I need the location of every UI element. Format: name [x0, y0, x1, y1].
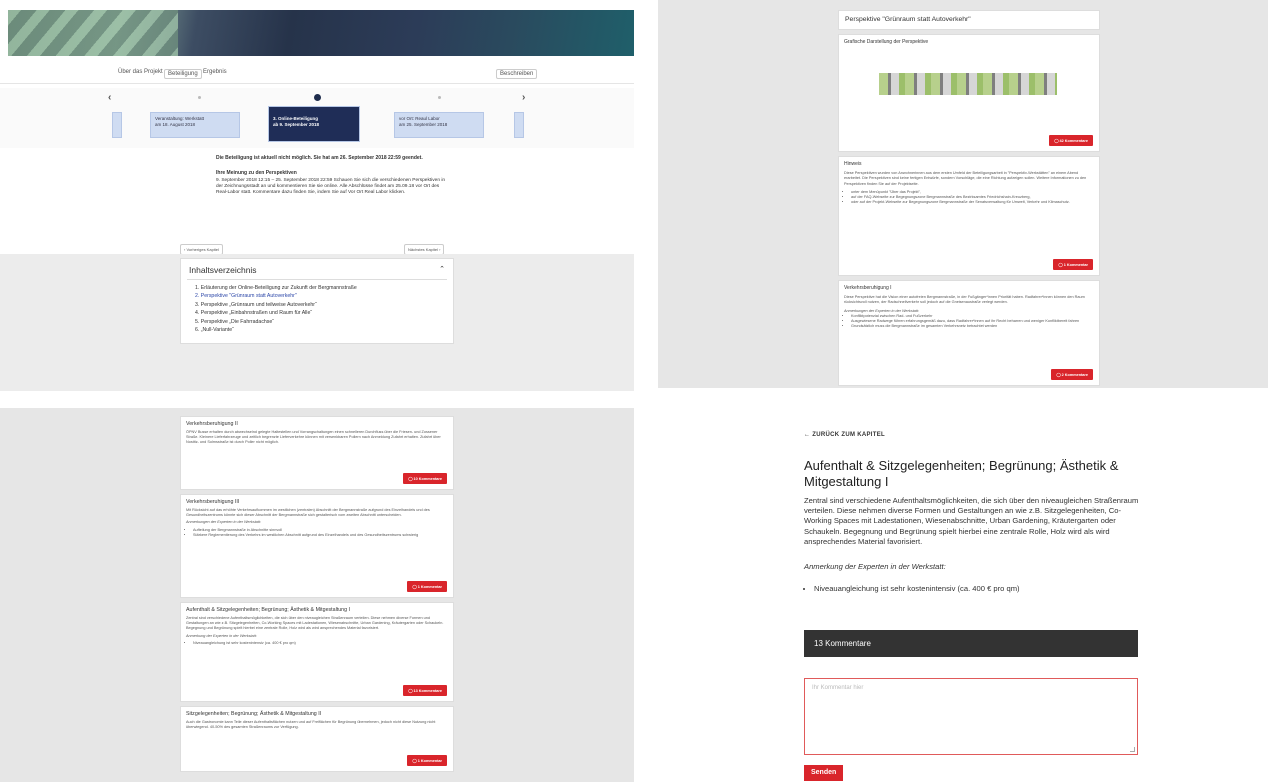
- panel-sections-list: Verkehrsberuhigung II ÖPNV Busse erhalte…: [0, 408, 634, 782]
- panel-perspective: Perspektive "Grünraum statt Autoverkehr"…: [658, 0, 1268, 388]
- graphic-heading: Grafische Darstellung der Perspektive: [844, 39, 929, 45]
- hero-banner: [8, 10, 634, 56]
- section-card: Aufenthalt & Sitzgelegenheiten; Begrünun…: [180, 602, 454, 702]
- section-text: Zentral sind verschiedene Aufenthaltsmög…: [186, 616, 444, 631]
- section-body: Zentral sind verschiedene Aufenthaltsmög…: [804, 496, 1139, 546]
- hint-list: unter dem Menüpunkt "Über das Projekt", …: [839, 190, 1099, 206]
- section-card: Verkehrsberuhigung III Mit Rücksicht auf…: [180, 494, 454, 598]
- section-heading: Verkehrsberuhigung I: [844, 285, 892, 291]
- nav-about[interactable]: Über das Projekt: [118, 69, 163, 75]
- comment-button[interactable]: ◯ 1 Kommentar: [407, 581, 447, 592]
- toc-item[interactable]: 4. Perspektive „Einbahnstraßen und Raum …: [195, 309, 357, 317]
- comment-button[interactable]: ◯ 42 Kommentare: [1049, 135, 1093, 146]
- resize-grip-icon[interactable]: [1130, 747, 1135, 752]
- toc-item[interactable]: 3. Perspektive „Grünraum und teilweise A…: [195, 301, 357, 309]
- chevron-up-icon[interactable]: ⌃: [439, 265, 445, 273]
- expert-note: Anmerkung der Experten in der Werkstatt:: [186, 633, 257, 638]
- expert-note: Anmerkung der Experten in der Werkstatt:: [804, 562, 946, 571]
- section-heading: Aufenthalt & Sitzgelegenheiten; Begrünun…: [186, 607, 351, 613]
- section-title: Aufenthalt & Sitzgelegenheiten; Begrünun…: [804, 458, 1119, 489]
- panel-overview: Über das Projekt Beteiligung Ergebnis Be…: [0, 0, 634, 391]
- expert-list: Niveauangleichung ist sehr kostenintensi…: [804, 584, 1020, 593]
- timeline-card[interactable]: Veranstaltung: Werkstatt am 18. August 2…: [150, 112, 240, 138]
- toc-item[interactable]: 6. „Null-Variante“: [195, 326, 357, 334]
- timeline-card-active[interactable]: 3. Online-Beteiligung ab 9. September 20…: [268, 106, 360, 142]
- timeline-card[interactable]: vor Ort: Reaul Labor am 25. September 20…: [394, 112, 484, 138]
- section-card: Sitzgelegenheiten; Begrünung; Ästhetik &…: [180, 706, 454, 772]
- top-navigation: Über das Projekt Beteiligung Ergebnis Be…: [0, 64, 634, 84]
- chevron-right-icon[interactable]: ›: [522, 92, 525, 103]
- list-item: Niveauangleichung ist sehr kostenintensi…: [193, 641, 448, 646]
- closed-notice: Die Beteiligung ist aktuell nicht möglic…: [216, 155, 423, 161]
- back-to-chapter-link[interactable]: ← ZURÜCK ZUM KAPITEL: [804, 432, 885, 438]
- nav-participation[interactable]: Beteiligung: [164, 69, 202, 79]
- expert-list: Konfliktpotenzial zwischen Rad- und Fußv…: [839, 314, 1099, 330]
- timeline-card-edge[interactable]: [514, 112, 524, 138]
- table-of-contents: Inhaltsverzeichnis ⌃ 1. Erläuterung der …: [180, 258, 454, 344]
- info-text: 9. September 2018 12:15 – 25. September …: [216, 177, 446, 196]
- section-heading: Verkehrsberuhigung III: [186, 499, 240, 505]
- comment-textarea[interactable]: Ihr Kommentar hier: [804, 678, 1138, 755]
- graphic-card: Grafische Darstellung der Perspektive ◯ …: [838, 34, 1100, 152]
- divider: [187, 279, 447, 280]
- list-item[interactable]: oder auf der Projekt-Webseite zur Begegn…: [851, 200, 1094, 205]
- traffic-card: Verkehrsberuhigung I Diese Perspektive h…: [838, 280, 1100, 386]
- section-text: ÖPNV Busse erhalten durch abwechselnd ge…: [186, 430, 441, 445]
- perspective-title: Perspektive "Grünraum statt Autoverkehr": [845, 16, 971, 23]
- toc-item[interactable]: 5. Perspektive „Die Fahrradachse“: [195, 318, 357, 326]
- panel-section-detail: ← ZURÜCK ZUM KAPITEL Aufenthalt & Sitzge…: [634, 408, 1268, 782]
- perspective-title-card: Perspektive "Grünraum statt Autoverkehr": [838, 10, 1100, 30]
- section-text: Mit Rücksicht auf das erhöhte Verkehrsau…: [186, 508, 430, 518]
- comment-button[interactable]: ◯ 1 Kommentar: [407, 755, 447, 766]
- section-text: Auch die Gastronomie kann Teile dieser A…: [186, 720, 436, 730]
- phase-timeline: ‹ › Veranstaltung: Werkstatt am 18. Augu…: [0, 88, 634, 148]
- comment-button[interactable]: ◯ 10 Kommentare: [403, 473, 447, 484]
- comments-header: 13 Kommentare: [804, 630, 1138, 657]
- toc-item[interactable]: 2. Perspektive "Grünraum statt Autoverke…: [195, 292, 357, 300]
- street-plan-image[interactable]: [879, 73, 1057, 95]
- info-heading: Ihre Meinung zu den Perspektiven: [216, 170, 297, 177]
- send-button[interactable]: Senden: [804, 765, 844, 781]
- expert-list: Aufteilung der Bergmannstraße in Abschni…: [181, 527, 453, 539]
- hint-card: Hinweis Diese Perspektiven wurden von An…: [838, 156, 1100, 276]
- section-text: Diese Perspektive hat die Vision einer a…: [844, 295, 1085, 305]
- section-card: Verkehrsberuhigung II ÖPNV Busse erhalte…: [180, 416, 454, 490]
- toc-title: Inhaltsverzeichnis: [189, 265, 257, 275]
- toc-item[interactable]: 1. Erläuterung der Online-Beteiligung zu…: [195, 284, 357, 292]
- list-item: Stärkere Reglementierung des Verkehrs im…: [193, 533, 448, 538]
- nav-results[interactable]: Ergebnis: [203, 69, 227, 75]
- hint-text: Diese Perspektiven wurden von Anwohnerin…: [844, 171, 1087, 186]
- timeline-dot[interactable]: [438, 96, 441, 99]
- expert-note: Anmerkungen der Experten in der Werkstat…: [186, 520, 262, 525]
- expert-list: Niveauangleichung ist sehr kostenintensi…: [181, 640, 453, 647]
- list-item: Grundsätzlich muss die Bergmannstraße im…: [851, 324, 1094, 329]
- hint-heading: Hinweis: [844, 161, 862, 167]
- comment-button[interactable]: ◯ 1 Kommentar: [1053, 259, 1093, 270]
- list-item: Niveauangleichung ist sehr kostenintensi…: [814, 584, 1020, 593]
- toc-list: 1. Erläuterung der Online-Beteiligung zu…: [195, 284, 357, 334]
- chevron-left-icon[interactable]: ‹: [108, 92, 111, 103]
- comment-placeholder: Ihr Kommentar hier: [812, 685, 864, 691]
- comment-button[interactable]: ◯ 2 Kommentare: [1051, 369, 1093, 380]
- participation-info: Die Beteiligung ist aktuell nicht möglic…: [216, 155, 446, 196]
- timeline-dot[interactable]: [198, 96, 201, 99]
- card-line: ab 9. September 2018: [273, 122, 320, 127]
- section-heading: Verkehrsberuhigung II: [186, 421, 238, 427]
- card-line: am 18. August 2018: [155, 122, 196, 127]
- hero-leaf-graphic: [8, 10, 178, 56]
- timeline-dot-active[interactable]: [314, 94, 321, 101]
- nav-describe-button[interactable]: Beschreiben: [496, 69, 538, 79]
- comment-button[interactable]: ◯ 13 Kommentare: [403, 685, 447, 696]
- timeline-card-edge[interactable]: [112, 112, 122, 138]
- card-line: am 25. September 2018: [399, 122, 448, 127]
- section-heading: Sitzgelegenheiten; Begrünung; Ästhetik &…: [186, 711, 322, 717]
